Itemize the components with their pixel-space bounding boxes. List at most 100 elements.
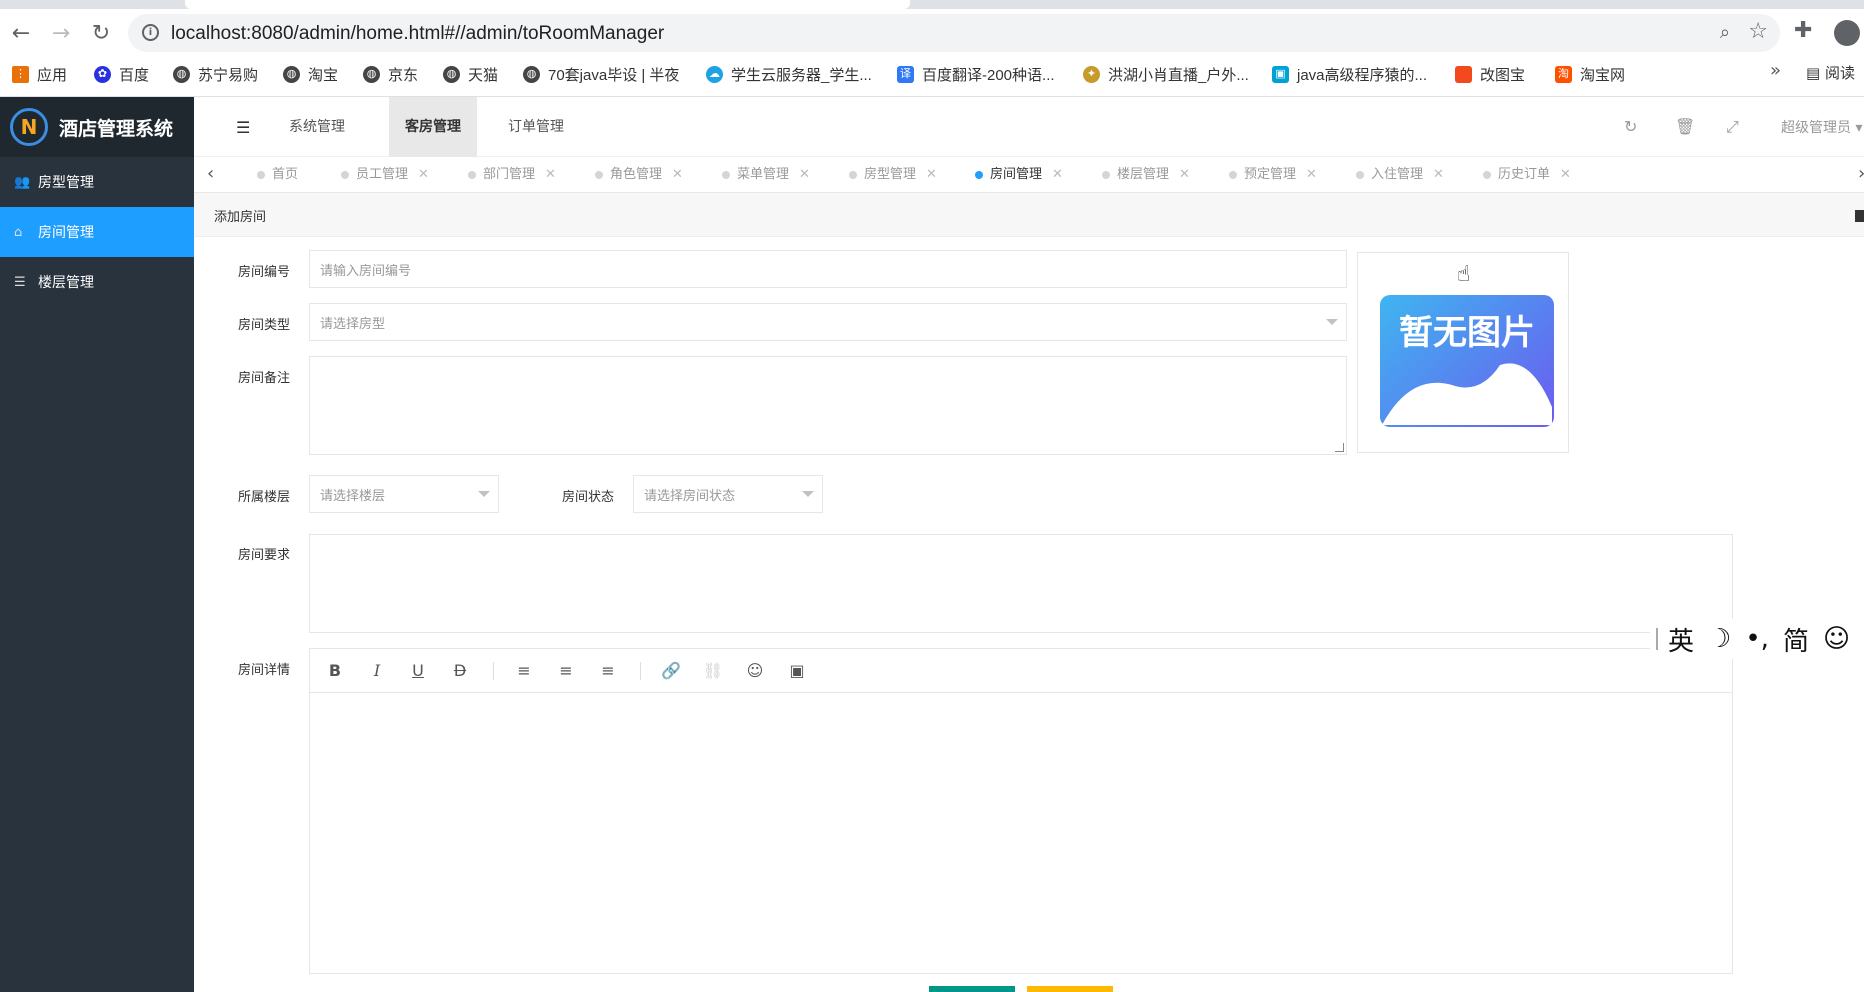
bookmark-tmall[interactable]: ◍ 天猫 <box>443 62 498 86</box>
ime-punctuation-icon[interactable]: •, <box>1745 624 1769 654</box>
back-icon[interactable]: ← <box>7 20 35 48</box>
bookmark-baidu[interactable]: ✿ 百度 <box>94 62 149 86</box>
bilibili-icon: ▣ <box>1272 65 1289 83</box>
emoji-icon[interactable]: ☺ <box>744 660 766 682</box>
unlink-icon[interactable]: ⛓ <box>702 660 724 682</box>
bookmark-java-projects[interactable]: ◍ 70套java毕设 | 半夜 <box>523 62 679 86</box>
zoom-icon[interactable]: ⌕ <box>1720 22 1730 43</box>
bookmark-live[interactable]: ✦ 洪湖小肖直播_户外... <box>1083 62 1249 86</box>
address-bar[interactable]: i localhost:8080/admin/home.html#//admin… <box>128 14 1780 52</box>
underline-icon[interactable]: U <box>407 660 429 682</box>
floor-select[interactable]: 请选择楼层 <box>309 475 499 513</box>
align-center-icon[interactable]: ≡ <box>555 660 577 682</box>
close-icon[interactable]: ✕ <box>1052 157 1063 193</box>
bookmark-baidu-translate[interactable]: 译百度翻译-200种语... <box>897 62 1055 86</box>
room-note-textarea[interactable] <box>309 356 1347 455</box>
bookmark-taobao[interactable]: ◍ 淘宝 <box>283 62 338 86</box>
bold-icon[interactable]: B <box>324 660 346 682</box>
strikethrough-icon[interactable]: D <box>449 660 471 682</box>
sidebar-item-room-type[interactable]: 👥 房型管理 <box>0 157 194 207</box>
menu-toggle-icon[interactable]: ☰ <box>236 118 250 137</box>
tab-home[interactable]: 首页 <box>257 157 298 193</box>
ime-simplified-toggle[interactable]: 简 <box>1783 621 1809 658</box>
bookmark-apps[interactable]: ⋮ 应用 <box>12 62 67 86</box>
status-select[interactable]: 请选择房间状态 <box>633 475 823 513</box>
align-left-icon[interactable]: ≡ <box>513 660 535 682</box>
tab-menu[interactable]: 菜单管理 ✕ <box>722 157 810 193</box>
tab-room-type[interactable]: 房型管理 ✕ <box>849 157 937 193</box>
toolbar-icon[interactable] <box>1855 210 1864 222</box>
nav-system[interactable]: 系统管理 <box>273 97 361 157</box>
image-icon[interactable]: ▣ <box>786 660 808 682</box>
ime-emoji-icon[interactable]: ☺ <box>1823 624 1850 654</box>
forward-icon[interactable]: → <box>47 20 75 48</box>
reload-icon[interactable]: ↻ <box>87 20 115 48</box>
requirement-label: 房间要求 <box>238 548 291 563</box>
italic-icon[interactable]: I <box>366 660 388 682</box>
tabs-scroll-right-icon[interactable]: › <box>1858 163 1864 184</box>
close-icon[interactable]: ✕ <box>1306 157 1317 193</box>
breadcrumb: 添加房间 <box>194 193 1864 237</box>
bookmarks-more-button[interactable]: » <box>1770 60 1781 81</box>
close-icon[interactable]: ✕ <box>799 157 810 193</box>
bookmark-bilibili[interactable]: ▣ java高级程序猿的... <box>1272 62 1427 86</box>
bookmark-suning[interactable]: ◍ 苏宁易购 <box>173 62 258 86</box>
sidebar: N 酒店管理系统 👥 房型管理 ⌂ 房间管理 ☰ 楼层管理 <box>0 97 194 992</box>
ime-english-toggle[interactable]: 英 <box>1668 621 1694 658</box>
resize-handle[interactable] <box>1335 443 1344 452</box>
extensions-icon[interactable]: ✚ <box>1794 18 1812 43</box>
reading-list-button[interactable]: ▤ 阅读 <box>1806 62 1855 83</box>
detail-label: 房间详情 <box>238 663 291 678</box>
close-icon[interactable]: ✕ <box>1179 157 1190 193</box>
room-no-input[interactable]: 请输入房间编号 <box>309 250 1347 288</box>
tab-floor[interactable]: 楼层管理 ✕ <box>1102 157 1190 193</box>
tab-history[interactable]: 历史订单 ✕ <box>1483 157 1571 193</box>
bookmark-student-cloud[interactable]: ☁ 学生云服务器_学生... <box>706 62 872 86</box>
tabs-scroll-left-icon[interactable]: ‹ <box>207 163 214 184</box>
requirement-textarea[interactable] <box>309 534 1733 633</box>
room-type-select[interactable]: 请选择房型 <box>309 303 1347 341</box>
bookmark-gaitubao[interactable]: 改图宝 <box>1455 62 1525 86</box>
tab-staff[interactable]: 员工管理 ✕ <box>341 157 429 193</box>
floor-label: 所属楼层 <box>238 490 291 505</box>
refresh-icon[interactable]: ↻ <box>1624 117 1637 136</box>
tab-booking[interactable]: 预定管理 ✕ <box>1229 157 1317 193</box>
close-icon[interactable]: ✕ <box>1560 157 1571 193</box>
nav-orders[interactable]: 订单管理 <box>492 97 580 157</box>
cloud-icon: ☁ <box>706 65 723 83</box>
browser-chrome: ← → ↻ i localhost:8080/admin/home.html#/… <box>0 0 1864 97</box>
chevron-down-icon: ▾ <box>1851 120 1863 136</box>
close-icon[interactable]: ✕ <box>545 157 556 193</box>
trash-icon[interactable]: 🗑 <box>1675 117 1695 136</box>
bookmark-star-icon[interactable]: ☆ <box>1748 19 1768 44</box>
close-icon[interactable]: ✕ <box>926 157 937 193</box>
current-browser-tab[interactable] <box>185 0 910 9</box>
close-icon[interactable]: ✕ <box>418 157 429 193</box>
tab-department[interactable]: 部门管理 ✕ <box>468 157 556 193</box>
reset-button[interactable] <box>1027 986 1113 992</box>
ime-drag-handle[interactable] <box>1656 628 1658 650</box>
bookmark-taobao-net[interactable]: 淘淘宝网 <box>1555 62 1625 86</box>
align-right-icon[interactable]: ≡ <box>597 660 619 682</box>
tab-checkin[interactable]: 入住管理 ✕ <box>1356 157 1444 193</box>
close-icon[interactable]: ✕ <box>672 157 683 193</box>
submit-button[interactable] <box>929 986 1015 992</box>
url-text[interactable]: localhost:8080/admin/home.html#//admin/t… <box>171 23 664 45</box>
sidebar-item-room[interactable]: ⌂ 房间管理 <box>0 207 194 257</box>
page-tabs-bar: ‹ 首页 员工管理 ✕ 部门管理 ✕ 角色管理 ✕ 菜单管理 ✕ 房型管理 ✕ 房间管理 ✕… <box>194 157 1864 193</box>
bookmark-jd[interactable]: ◍ 京东 <box>363 62 418 86</box>
fullscreen-icon[interactable]: ⤢ <box>1726 117 1739 137</box>
tab-room[interactable]: 房间管理 ✕ <box>975 157 1063 193</box>
nav-rooms[interactable]: 客房管理 <box>389 97 477 157</box>
sidebar-item-floor[interactable]: ☰ 楼层管理 <box>0 257 194 307</box>
profile-avatar[interactable] <box>1834 20 1860 46</box>
ime-moon-icon[interactable]: ☽ <box>1708 624 1731 654</box>
site-info-icon[interactable]: i <box>142 24 159 41</box>
globe-icon: ◍ <box>363 65 380 83</box>
close-icon[interactable]: ✕ <box>1433 157 1444 193</box>
link-icon[interactable]: 🔗 <box>660 660 682 682</box>
rich-text-editor[interactable]: B I U D ≡ ≡ ≡ 🔗 ⛓ ☺ ▣ <box>309 648 1733 974</box>
top-header: ☰ 系统管理 客房管理 订单管理 ↻ 🗑 ⤢ 超级管理员 ▾ <box>194 97 1864 157</box>
tab-role[interactable]: 角色管理 ✕ <box>595 157 683 193</box>
user-menu[interactable]: 超级管理员 ▾ <box>1781 117 1862 137</box>
